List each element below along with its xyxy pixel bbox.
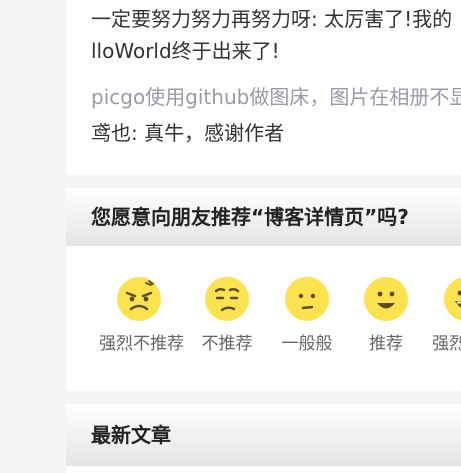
comment-text[interactable]: 鸢也: 真牛，感谢作者 <box>91 121 284 145</box>
rate-label: 推荐 <box>369 334 403 354</box>
recent-comments-panel: 一定要努力努力再努力呀: 太厉害了!我的 lloWorld终于出来了! picg… <box>66 0 461 175</box>
latest-title: 最新文章 <box>91 423 171 447</box>
rate-option-strongly-recommend[interactable]: 强烈推荐 <box>426 276 461 355</box>
smile-face-icon <box>364 277 408 321</box>
rate-option-recommend[interactable]: 推荐 <box>346 276 426 355</box>
rate-label: 强烈不推荐 <box>99 334 184 354</box>
rate-label: 不推荐 <box>201 334 253 354</box>
recommend-rating-panel: 您愿意向朋友推荐“博客详情页”吗? 强烈不推荐 不推荐 一般般 推荐 强烈 <box>66 188 461 391</box>
recommend-header: 您愿意向朋友推荐“博客详情页”吗? <box>66 188 461 246</box>
rate-option-not-recommend[interactable]: 不推荐 <box>187 276 267 355</box>
recommend-title: 您愿意向朋友推荐“博客详情页”吗? <box>91 205 409 229</box>
comment-text[interactable]: lloWorld终于出来了! <box>91 39 280 63</box>
rate-label: 强烈推荐 <box>432 334 461 354</box>
latest-articles-panel: 最新文章 <box>66 404 461 473</box>
rate-label: 一般般 <box>281 334 333 354</box>
comment-article-link[interactable]: picgo使用github做图床，图片在相册不显 <box>91 85 461 109</box>
latest-header: 最新文章 <box>66 404 461 466</box>
grin-face-icon <box>444 277 461 321</box>
angry-face-icon <box>117 277 161 321</box>
sad-face-icon <box>205 277 249 321</box>
comment-text[interactable]: 一定要努力努力再努力呀: 太厉害了!我的 <box>91 7 452 31</box>
rate-option-strongly-not-recommend[interactable]: 强烈不推荐 <box>99 276 184 355</box>
neutral-face-icon <box>285 277 329 321</box>
rate-option-neutral[interactable]: 一般般 <box>267 276 347 355</box>
